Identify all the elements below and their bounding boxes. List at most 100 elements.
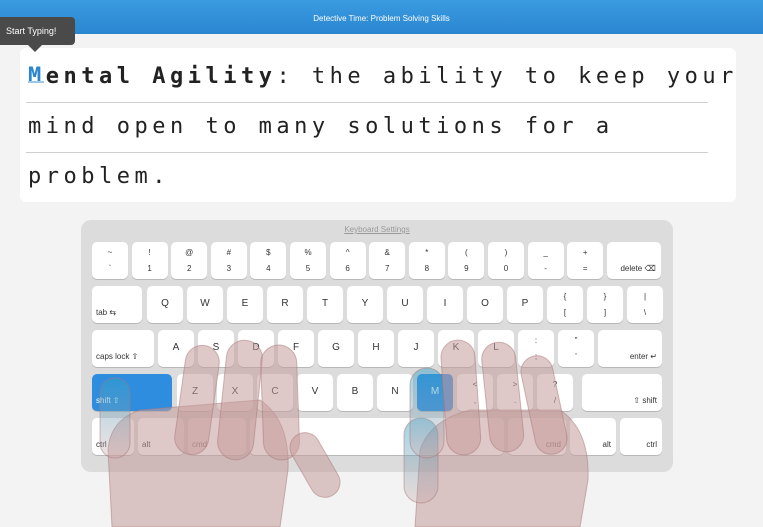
on-screen-keyboard: Keyboard Settings ~ `! 1 @2 #3 $4% 5 ^ 6 & 7 * 8(9) 0…	[81, 220, 673, 472]
key-label: /	[553, 396, 557, 405]
key-8[interactable]: * 8	[408, 242, 445, 279]
key-`[interactable]: ~ `	[92, 242, 128, 279]
key-u[interactable]: U	[387, 286, 423, 323]
key-label: 9	[464, 264, 469, 273]
enter-key[interactable]: enter ↵	[598, 330, 662, 367]
key-label: 0	[503, 264, 509, 273]
delete-key[interactable]: delete ⌫	[606, 242, 661, 279]
key-bracket-1[interactable]: }]	[587, 286, 623, 323]
key-g[interactable]: G	[318, 330, 354, 367]
key-label: -	[544, 264, 547, 273]
key-t[interactable]: T	[307, 286, 343, 323]
current-character: M	[28, 64, 46, 89]
key-d[interactable]: D	[238, 330, 274, 367]
key-label: _	[543, 248, 548, 257]
key-q[interactable]: Q	[147, 286, 183, 323]
key-punct-0[interactable]: :;	[518, 330, 554, 367]
text-line-1: Mental Agility: the ability to keep your	[26, 52, 733, 103]
key-label: tab ⇆	[96, 308, 117, 317]
text-line-2: mind open to many solutions for a	[26, 102, 708, 153]
key-1[interactable]: ! 1	[131, 242, 168, 279]
key-label: 2	[186, 264, 192, 273]
key-x[interactable]: X	[217, 374, 253, 411]
key-n[interactable]: N	[377, 374, 413, 411]
key-l[interactable]: L	[478, 330, 514, 367]
key-label: ]	[603, 308, 607, 317]
keyboard-settings-link[interactable]: Keyboard Settings	[81, 225, 673, 234]
key-label: A	[172, 342, 180, 353]
key-o[interactable]: O	[467, 286, 503, 323]
start-typing-tooltip: Start Typing!	[0, 17, 75, 52]
key-bracket-2[interactable]: | \	[627, 286, 663, 323]
key-3[interactable]: #3	[210, 242, 247, 279]
key-6[interactable]: ^ 6	[329, 242, 366, 279]
key-v[interactable]: V	[297, 374, 333, 411]
key-sym-0[interactable]: <,	[457, 374, 493, 411]
key-label: +	[582, 248, 588, 257]
key-i[interactable]: I	[427, 286, 463, 323]
key-label: Z	[191, 386, 199, 397]
key-a[interactable]: A	[158, 330, 194, 367]
key-w[interactable]: W	[187, 286, 223, 323]
key--[interactable]: _ -	[527, 242, 564, 279]
key-label: 7	[384, 264, 390, 273]
left-ctrl-key[interactable]: ctrl	[92, 418, 134, 455]
key-label: (	[465, 248, 468, 257]
key-punct-1[interactable]: " '	[558, 330, 594, 367]
key-2[interactable]: @2	[171, 242, 208, 279]
key-z[interactable]: Z	[177, 374, 213, 411]
key-label: ⇧ shift	[633, 396, 657, 405]
key-j[interactable]: J	[398, 330, 434, 367]
key-s[interactable]: S	[198, 330, 234, 367]
key-label: "	[574, 336, 578, 345]
key-0[interactable]: ) 0	[488, 242, 524, 279]
key-label: &	[384, 248, 390, 257]
left-shift-key[interactable]: shift ⇧	[92, 374, 172, 411]
key-9[interactable]: (9	[448, 242, 485, 279]
lesson-title: Detective Time: Problem Solving Skills	[313, 14, 450, 23]
key-r[interactable]: R	[267, 286, 303, 323]
tab-key[interactable]: tab ⇆	[92, 286, 142, 323]
key-label: V	[311, 386, 319, 397]
key-label: \	[643, 308, 647, 317]
key-sym-1[interactable]: >.	[497, 374, 533, 411]
key-f[interactable]: F	[278, 330, 314, 367]
key-label: D	[252, 342, 260, 353]
key-y[interactable]: Y	[347, 286, 383, 323]
key-m[interactable]: M	[417, 374, 453, 411]
key-label: delete ⌫	[620, 264, 656, 273]
right-ctrl-key[interactable]: ctrl	[620, 418, 662, 455]
key-sym-2[interactable]: ? /	[537, 374, 573, 411]
key-label: W	[200, 298, 210, 309]
key-label: }	[603, 292, 607, 301]
typing-text-panel[interactable]: Mental Agility: the ability to keep your…	[20, 48, 736, 202]
right-cmd-key[interactable]: cmd	[508, 418, 566, 455]
key-p[interactable]: P	[507, 286, 543, 323]
key-label: E	[241, 298, 249, 309]
left-alt-key[interactable]: alt	[138, 418, 184, 455]
key-label: shift ⇧	[96, 396, 120, 405]
key-5[interactable]: % 5	[290, 242, 326, 279]
key-4[interactable]: $4	[250, 242, 287, 279]
right-shift-key[interactable]: ⇧ shift	[582, 374, 662, 411]
key-e[interactable]: E	[227, 286, 263, 323]
space-bar[interactable]	[250, 418, 504, 455]
key-c[interactable]: C	[257, 374, 293, 411]
key-k[interactable]: K	[438, 330, 474, 367]
key-label: cmd	[545, 440, 561, 449]
key-label: cmd	[192, 440, 208, 449]
key-label: |	[643, 292, 647, 301]
key-label: X	[231, 386, 239, 397]
key-label: S	[212, 342, 220, 353]
left-cmd-key[interactable]: cmd	[188, 418, 246, 455]
key-7[interactable]: & 7	[369, 242, 406, 279]
key-label: H	[372, 342, 380, 353]
key-=[interactable]: + =	[567, 242, 604, 279]
right-alt-key[interactable]: alt	[570, 418, 616, 455]
key-label: Q	[161, 298, 169, 309]
key-h[interactable]: H	[358, 330, 394, 367]
key-label: L	[493, 342, 499, 353]
key-bracket-0[interactable]: {[	[547, 286, 583, 323]
key-b[interactable]: B	[337, 374, 373, 411]
caps-lock-key[interactable]: caps lock ⇧	[92, 330, 154, 367]
